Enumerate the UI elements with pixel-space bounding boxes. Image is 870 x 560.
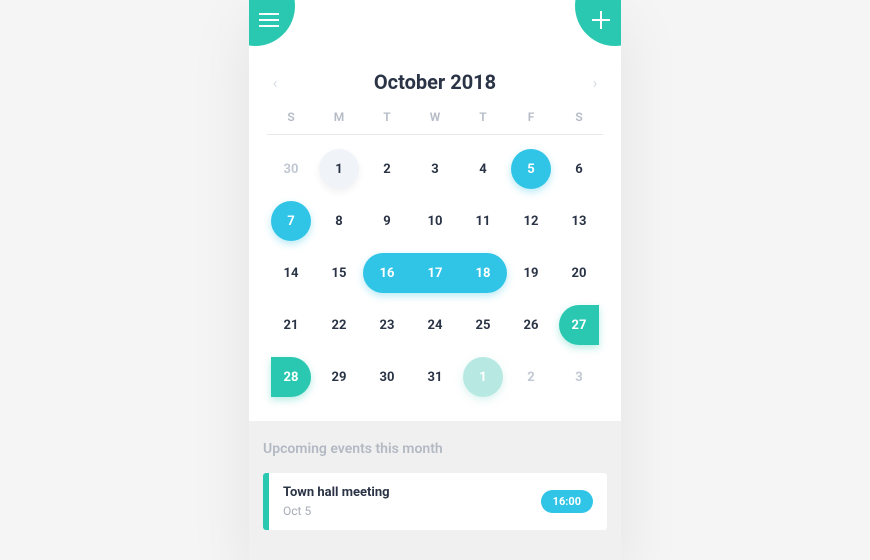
date-day[interactable]: 21 <box>271 305 311 345</box>
hamburger-icon <box>259 13 279 27</box>
date-day[interactable]: 7 <box>271 201 311 241</box>
date-day[interactable]: 12 <box>511 201 551 241</box>
date-day[interactable]: 1 <box>463 357 503 397</box>
date-day[interactable]: 22 <box>319 305 359 345</box>
month-header: ‹ October 2018 › <box>267 0 603 110</box>
date-cell: 14 <box>267 253 315 293</box>
calendar-card: ‹ October 2018 › S M T W T F S 301234567… <box>249 0 621 560</box>
date-day[interactable]: 31 <box>415 357 455 397</box>
dates-grid: 3012345678910111213141516171819202122232… <box>267 135 603 397</box>
date-cell: 26 <box>507 305 555 345</box>
date-cell: 3 <box>411 149 459 189</box>
date-day[interactable]: 2 <box>367 149 407 189</box>
date-cell: 2 <box>507 357 555 397</box>
date-day[interactable]: 24 <box>415 305 455 345</box>
prev-month-button[interactable]: ‹ <box>267 73 283 92</box>
date-day[interactable]: 9 <box>367 201 407 241</box>
date-cell: 4 <box>459 149 507 189</box>
date-cell: 15 <box>315 253 363 293</box>
date-cell: 30 <box>363 357 411 397</box>
date-cell: 8 <box>315 201 363 241</box>
date-cell: 11 <box>459 201 507 241</box>
date-cell: 27 <box>555 305 603 345</box>
date-cell: 12 <box>507 201 555 241</box>
date-day[interactable]: 13 <box>559 201 599 241</box>
event-title: Town hall meeting <box>283 485 390 500</box>
date-day[interactable]: 23 <box>367 305 407 345</box>
date-day[interactable]: 15 <box>319 253 359 293</box>
date-day[interactable]: 30 <box>367 357 407 397</box>
date-day[interactable]: 4 <box>463 149 503 189</box>
date-day[interactable]: 27 <box>559 305 599 345</box>
chevron-right-icon: › <box>593 73 598 92</box>
dow-label: T <box>363 110 411 124</box>
event-time-badge: 16:00 <box>541 490 593 513</box>
date-day[interactable]: 2 <box>511 357 551 397</box>
date-cell: 30 <box>267 149 315 189</box>
date-day[interactable]: 19 <box>511 253 551 293</box>
date-cell: 5 <box>507 149 555 189</box>
date-cell: 20 <box>555 253 603 293</box>
date-cell: 22 <box>315 305 363 345</box>
dow-label: F <box>507 110 555 124</box>
event-card[interactable]: Town hall meeting Oct 5 16:00 <box>263 473 607 530</box>
date-cell: 23 <box>363 305 411 345</box>
month-title: October 2018 <box>374 70 496 94</box>
date-day[interactable]: 1 <box>319 149 359 189</box>
date-day[interactable]: 25 <box>463 305 503 345</box>
chevron-left-icon: ‹ <box>273 73 278 92</box>
date-cell: 2 <box>363 149 411 189</box>
date-day[interactable]: 5 <box>511 149 551 189</box>
date-cell: 24 <box>411 305 459 345</box>
date-cell: 7 <box>267 201 315 241</box>
date-day[interactable]: 14 <box>271 253 311 293</box>
date-cell: 31 <box>411 357 459 397</box>
dow-label: M <box>315 110 363 124</box>
date-day[interactable]: 11 <box>463 201 503 241</box>
date-day[interactable]: 6 <box>559 149 599 189</box>
date-cell: 1 <box>459 357 507 397</box>
date-day[interactable]: 20 <box>559 253 599 293</box>
date-day[interactable]: 3 <box>415 149 455 189</box>
event-date: Oct 5 <box>283 504 390 518</box>
event-info: Town hall meeting Oct 5 <box>283 485 390 518</box>
date-day[interactable]: 18 <box>476 266 491 281</box>
dow-label: T <box>459 110 507 124</box>
date-cell: 28 <box>267 357 315 397</box>
plus-icon <box>592 11 610 29</box>
date-cell: 19 <box>507 253 555 293</box>
next-month-button[interactable]: › <box>587 73 603 92</box>
date-range[interactable]: 16 17 18 <box>363 253 507 293</box>
events-area: Upcoming events this month Town hall mee… <box>249 421 621 560</box>
date-cell: 13 <box>555 201 603 241</box>
events-heading: Upcoming events this month <box>263 441 607 457</box>
date-day[interactable]: 17 <box>428 266 443 281</box>
date-day[interactable]: 30 <box>271 149 311 189</box>
date-cell: 6 <box>555 149 603 189</box>
date-day[interactable]: 26 <box>511 305 551 345</box>
date-day[interactable]: 16 <box>380 266 395 281</box>
date-cell: 9 <box>363 201 411 241</box>
dow-label: S <box>555 110 603 124</box>
date-cell: 25 <box>459 305 507 345</box>
date-cell: 10 <box>411 201 459 241</box>
date-day[interactable]: 10 <box>415 201 455 241</box>
date-day[interactable]: 28 <box>271 357 311 397</box>
dow-label: S <box>267 110 315 124</box>
date-day[interactable]: 8 <box>319 201 359 241</box>
dow-label: W <box>411 110 459 124</box>
calendar-area: ‹ October 2018 › S M T W T F S 301234567… <box>249 0 621 421</box>
date-cell: 21 <box>267 305 315 345</box>
date-cell: 3 <box>555 357 603 397</box>
date-day[interactable]: 3 <box>559 357 599 397</box>
date-cell: 29 <box>315 357 363 397</box>
date-day[interactable]: 29 <box>319 357 359 397</box>
date-cell: 1 <box>315 149 363 189</box>
day-of-week-row: S M T W T F S <box>267 110 603 135</box>
